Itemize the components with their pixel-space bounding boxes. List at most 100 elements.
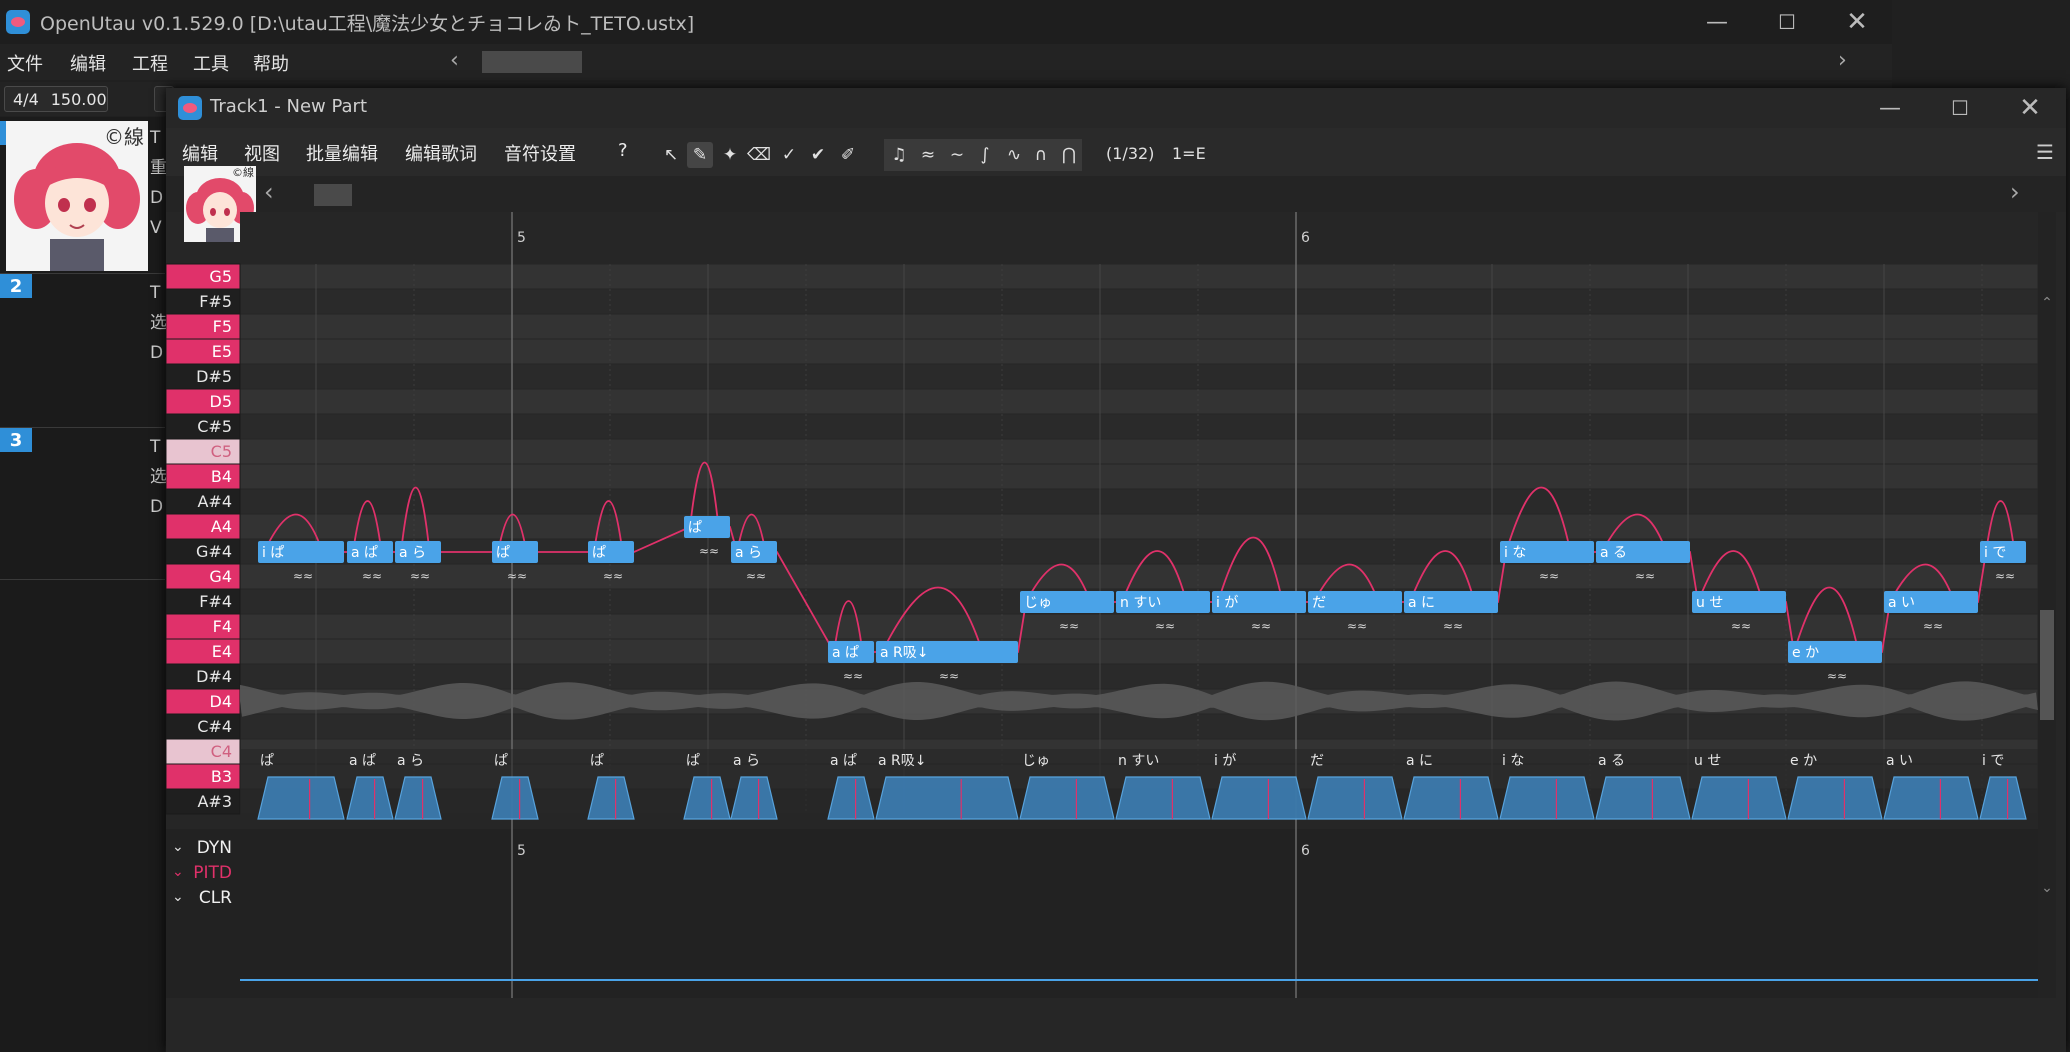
pencil-tool-icon[interactable]: ✎ bbox=[687, 142, 713, 168]
help-button[interactable]: ? bbox=[618, 140, 628, 161]
piano-key[interactable]: F#5 bbox=[166, 288, 241, 315]
piano-key[interactable]: C5 bbox=[166, 438, 241, 465]
vibrato-icon[interactable]: ≈≈ bbox=[1539, 569, 1559, 583]
menu-view[interactable]: 视图 bbox=[244, 140, 280, 166]
menu-edit[interactable]: 编辑 bbox=[182, 140, 218, 166]
close-icon[interactable]: ✕ bbox=[2000, 86, 2060, 130]
vibrato-icon[interactable]: ≈≈ bbox=[1827, 669, 1847, 683]
menu-note-settings[interactable]: 音符设置 bbox=[504, 140, 576, 166]
vibrato-icon[interactable]: ≈≈ bbox=[699, 544, 719, 558]
menu-edit-lyrics[interactable]: 编辑歌词 bbox=[405, 140, 477, 166]
maximize-icon[interactable]: ☐ bbox=[1757, 0, 1817, 44]
minimize-icon[interactable]: — bbox=[1687, 0, 1747, 44]
vibrato-icon[interactable]: ≈≈ bbox=[1155, 619, 1175, 633]
vibrato-icon[interactable]: ≈≈ bbox=[1635, 569, 1655, 583]
maximize-icon[interactable]: ☐ bbox=[1930, 86, 1990, 130]
vibrato-view-icon[interactable]: ≈ bbox=[915, 142, 941, 168]
portamento-view-icon[interactable]: ∫ bbox=[972, 142, 998, 168]
vibrato-icon[interactable]: ≈≈ bbox=[1443, 619, 1463, 633]
magic-pencil-tool-icon[interactable]: ✦ bbox=[717, 142, 743, 168]
settings-sliders-icon[interactable]: ☰ bbox=[2036, 140, 2054, 164]
minimize-icon[interactable]: — bbox=[1860, 86, 1920, 130]
envelope bbox=[875, 776, 1019, 820]
menu-project[interactable]: 工程 bbox=[132, 50, 168, 76]
scroll-right-icon[interactable]: › bbox=[1838, 48, 1847, 73]
menu-file[interactable]: 文件 bbox=[7, 50, 43, 76]
key-signature[interactable]: 1=E bbox=[1172, 144, 1206, 163]
piano-key[interactable]: G4 bbox=[166, 563, 241, 590]
eraser-tool-icon[interactable]: ⌫ bbox=[746, 142, 772, 168]
close-icon[interactable]: ✕ bbox=[1827, 0, 1887, 44]
piano-key[interactable]: D5 bbox=[166, 388, 241, 415]
menu-edit[interactable]: 编辑 bbox=[70, 50, 106, 76]
chevron-down-icon[interactable]: ⌄ bbox=[172, 839, 184, 855]
piano-key[interactable]: E5 bbox=[166, 338, 241, 365]
piano-roll[interactable]: G5 F#5 F5 E5 D#5 D5 C#5 C5 B4 A#4 A4 G#4 G4 F#4 F4 E4 D#… bbox=[166, 212, 2056, 998]
vibrato-icon[interactable]: ≈≈ bbox=[1995, 569, 2015, 583]
vertical-scroll-thumb[interactable] bbox=[2040, 610, 2054, 720]
piano-key[interactable]: D4 bbox=[166, 688, 241, 715]
scroll-right-icon[interactable]: › bbox=[2010, 178, 2020, 206]
knife-tool-icon[interactable]: ✐ bbox=[835, 142, 861, 168]
chevron-down-icon[interactable]: ⌄ bbox=[172, 864, 184, 880]
vibrato-icon[interactable]: ≈≈ bbox=[1731, 619, 1751, 633]
piano-key[interactable]: F5 bbox=[166, 313, 241, 340]
envelope bbox=[1115, 776, 1211, 820]
line-pitch-tool-icon[interactable]: ✔ bbox=[805, 142, 831, 168]
grid-row bbox=[239, 438, 2039, 465]
snap-division[interactable]: (1/32) bbox=[1106, 144, 1154, 163]
scroll-up-icon[interactable]: ⌃ bbox=[2041, 295, 2053, 311]
pointer-tool-icon[interactable]: ↖ bbox=[658, 142, 684, 168]
piano-key[interactable]: A#3 bbox=[166, 788, 241, 815]
menu-batch-edit[interactable]: 批量编辑 bbox=[306, 140, 378, 166]
note-view-icon[interactable]: ♫ bbox=[886, 142, 912, 168]
vibrato-icon[interactable]: ≈≈ bbox=[362, 569, 382, 583]
vibrato-icon[interactable]: ≈≈ bbox=[1347, 619, 1367, 633]
piano-key[interactable]: F4 bbox=[166, 613, 241, 640]
piano-key[interactable]: G5 bbox=[166, 263, 241, 290]
vibrato-icon[interactable]: ≈≈ bbox=[1251, 619, 1271, 633]
vibrato-icon[interactable]: ≈≈ bbox=[1923, 619, 1943, 633]
scroll-left-icon[interactable]: ‹ bbox=[450, 48, 459, 73]
horizontal-scroll-thumb[interactable] bbox=[482, 51, 582, 73]
chevron-down-icon[interactable]: ⌄ bbox=[172, 889, 184, 905]
phoneme-track[interactable]: ぱ a ぱ a ら ぱ ぱ ぱ a ら a ぱ a R吸↓ じゅ n すい i が だ a に i な a る… bbox=[240, 749, 2038, 820]
piano-key[interactable]: D#4 bbox=[166, 663, 241, 690]
piano-key[interactable]: G#4 bbox=[166, 538, 241, 565]
piano-key[interactable]: A4 bbox=[166, 513, 241, 540]
piano-key[interactable]: C4 bbox=[166, 738, 241, 765]
vibrato-icon[interactable]: ≈≈ bbox=[293, 569, 313, 583]
menu-tools[interactable]: 工具 bbox=[193, 50, 229, 76]
track-2[interactable]: 2 T 选 D bbox=[0, 274, 167, 428]
piano-key[interactable]: B4 bbox=[166, 463, 241, 490]
piano-key[interactable]: A#4 bbox=[166, 488, 241, 515]
vibrato-icon[interactable]: ≈≈ bbox=[410, 569, 430, 583]
vibrato-icon[interactable]: ≈≈ bbox=[939, 669, 959, 683]
waveform-view-icon[interactable]: ∿ bbox=[1001, 142, 1027, 168]
expression-area[interactable]: 5 6 ⌄ DYN ⌄ PITD ⌄ CLR bbox=[166, 829, 2038, 998]
phoneme-label: a ら bbox=[733, 753, 760, 769]
track-3[interactable]: 3 T 选 D bbox=[0, 428, 167, 580]
vibrato-icon[interactable]: ≈≈ bbox=[603, 569, 623, 583]
scroll-left-icon[interactable]: ‹ bbox=[264, 178, 274, 206]
piano-key[interactable]: C#4 bbox=[166, 713, 241, 740]
track-1[interactable]: 1 ©線 T 重 D V bbox=[0, 117, 167, 274]
vibrato-icon[interactable]: ≈≈ bbox=[746, 569, 766, 583]
vibrato-icon[interactable]: ≈≈ bbox=[507, 569, 527, 583]
vibrato-icon[interactable]: ≈≈ bbox=[1059, 619, 1079, 633]
horizontal-scroll-thumb[interactable] bbox=[314, 184, 352, 206]
envelope-view-icon[interactable]: ∩ bbox=[1028, 142, 1054, 168]
phoneme-view-icon[interactable]: ⋂ bbox=[1056, 142, 1082, 168]
piano-key[interactable]: D#5 bbox=[166, 363, 241, 390]
pitch-view-icon[interactable]: ∼ bbox=[944, 142, 970, 168]
piano-key[interactable]: F#4 bbox=[166, 588, 241, 615]
piano-key[interactable]: E4 bbox=[166, 638, 241, 665]
draw-pitch-tool-icon[interactable]: ✓ bbox=[776, 142, 802, 168]
menu-help[interactable]: 帮助 bbox=[253, 50, 289, 76]
piano-keys[interactable]: G5 F#5 F5 E5 D#5 D5 C#5 C5 B4 A#4 A4 G#4 G4 F#4 F4 E4 D#… bbox=[166, 263, 241, 815]
scroll-down-icon[interactable]: ⌄ bbox=[2041, 880, 2053, 896]
time-signature-tempo[interactable]: 4/4 150.00 bbox=[4, 86, 108, 112]
piano-key[interactable]: C#5 bbox=[166, 413, 241, 440]
vibrato-icon[interactable]: ≈≈ bbox=[843, 669, 863, 683]
piano-key[interactable]: B3 bbox=[166, 763, 241, 790]
